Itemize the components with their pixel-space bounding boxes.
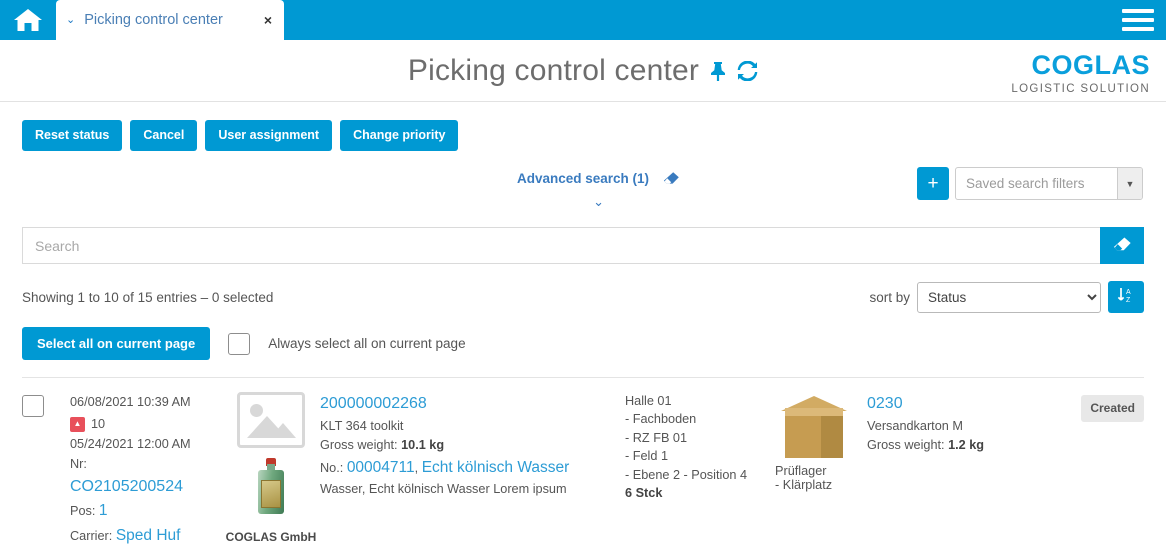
row-meta-cell: 06/08/2021 10:39 AM ▲ 10 05/24/2021 12:0… bbox=[70, 392, 222, 548]
eraser-icon bbox=[1113, 236, 1132, 256]
priority-value: 10 bbox=[91, 414, 105, 434]
nr-label: Nr: bbox=[70, 454, 222, 474]
tab-label: Picking control center bbox=[84, 12, 255, 28]
table-row[interactable]: 06/08/2021 10:39 AM ▲ 10 05/24/2021 12:0… bbox=[22, 378, 1144, 548]
article-separator: , bbox=[415, 461, 419, 475]
always-select-all-label: Always select all on current page bbox=[268, 336, 465, 351]
change-priority-button[interactable]: Change priority bbox=[340, 120, 458, 151]
svg-text:Z: Z bbox=[1126, 297, 1131, 304]
gross-weight-label: Gross weight: bbox=[320, 438, 398, 452]
row-target-cell: Prüflager - Klärplatz bbox=[775, 392, 867, 548]
target-line: - Klärplatz bbox=[775, 478, 867, 492]
row-checkbox[interactable] bbox=[22, 395, 44, 417]
row-shipping-cell: 0230 Versandkarton M Gross weight: 1.2 k… bbox=[867, 392, 1144, 548]
svg-text:A: A bbox=[1126, 289, 1131, 296]
bottle-product-image bbox=[258, 458, 284, 514]
cancel-button[interactable]: Cancel bbox=[130, 120, 197, 151]
product-gross-weight: Gross weight: 10.1 kg bbox=[320, 436, 625, 456]
product-name: KLT 364 toolkit bbox=[320, 417, 625, 437]
logo-tagline: LOGISTIC SOLUTION bbox=[1011, 83, 1150, 95]
hamburger-menu-icon[interactable] bbox=[1122, 9, 1154, 31]
pos-value[interactable]: 1 bbox=[99, 502, 108, 519]
results-count: Showing 1 to 10 of 15 entries – 0 select… bbox=[22, 290, 273, 305]
chevron-down-icon[interactable]: ⌄ bbox=[66, 15, 75, 26]
add-saved-filter-button[interactable]: + bbox=[917, 167, 949, 200]
row-select-cell bbox=[22, 392, 70, 548]
top-tab-bar: ⌄ Picking control center × bbox=[0, 0, 1166, 40]
clear-search-button[interactable] bbox=[1100, 227, 1144, 264]
user-assignment-button[interactable]: User assignment bbox=[205, 120, 332, 151]
page-header: Picking control center COGLAS LOGISTIC S… bbox=[0, 40, 1166, 102]
product-description: Wasser, Echt kölnisch Wasser Lorem ipsum bbox=[320, 480, 625, 500]
image-placeholder-icon bbox=[237, 392, 305, 448]
article-group: No.: 00004711, Echt kölnisch Wasser bbox=[320, 456, 625, 480]
location-line: Halle 01 bbox=[625, 392, 775, 410]
clear-advanced-search-icon[interactable] bbox=[663, 171, 680, 186]
search-bar bbox=[22, 227, 1144, 264]
saved-search-filters: + Saved search filters ▼ bbox=[917, 167, 1143, 200]
status-badge: Created bbox=[1081, 395, 1144, 422]
search-input[interactable] bbox=[22, 227, 1100, 264]
sort-direction-button[interactable]: A Z bbox=[1108, 281, 1144, 313]
location-quantity: 6 Stck bbox=[625, 484, 775, 502]
close-icon[interactable]: × bbox=[264, 13, 272, 27]
reset-status-button[interactable]: Reset status bbox=[22, 120, 122, 151]
location-line: - Fachboden bbox=[625, 410, 775, 428]
home-button[interactable] bbox=[0, 0, 56, 40]
pin-icon[interactable] bbox=[710, 61, 726, 81]
pos-label: Pos: bbox=[70, 504, 95, 518]
carrier-group: Carrier: Sped Huf bbox=[70, 524, 222, 548]
advanced-search-row: Advanced search (1) ⌄ + Saved search fil… bbox=[0, 167, 1166, 227]
expand-advanced-search-icon[interactable]: ⌄ bbox=[593, 194, 604, 210]
product-code-link[interactable]: 200000002268 bbox=[320, 392, 625, 417]
priority-up-icon: ▲ bbox=[70, 417, 85, 432]
results-info-row: Showing 1 to 10 of 15 entries – 0 select… bbox=[22, 280, 1144, 314]
order-number-link[interactable]: CO2105200524 bbox=[70, 474, 222, 499]
saved-filters-placeholder: Saved search filters bbox=[956, 176, 1117, 191]
date-due: 05/24/2021 12:00 AM bbox=[70, 434, 222, 454]
gross-weight-label: Gross weight: bbox=[867, 438, 945, 452]
location-line: - Feld 1 bbox=[625, 447, 775, 465]
shipping-gross-weight: Gross weight: 1.2 kg bbox=[867, 436, 1144, 456]
chevron-down-icon[interactable]: ▼ bbox=[1117, 168, 1142, 199]
row-source-location-cell: Halle 01 - Fachboden - RZ FB 01 - Feld 1… bbox=[625, 392, 775, 548]
saved-filters-select[interactable]: Saved search filters ▼ bbox=[955, 167, 1143, 200]
priority-group: ▲ 10 bbox=[70, 414, 105, 434]
coglas-logo: COGLAS LOGISTIC SOLUTION bbox=[1011, 52, 1150, 95]
date-created: 06/08/2021 10:39 AM bbox=[70, 392, 222, 412]
logo-wordmark: COGLAS bbox=[1011, 52, 1150, 79]
gross-weight-value: 1.2 kg bbox=[948, 438, 984, 452]
carton-box-icon bbox=[781, 396, 847, 458]
refresh-icon[interactable] bbox=[737, 61, 758, 81]
location-line: - Ebene 2 - Position 4 bbox=[625, 466, 775, 484]
sort-az-icon: A Z bbox=[1117, 287, 1135, 308]
home-icon bbox=[13, 7, 43, 33]
carrier-label: Carrier: bbox=[70, 529, 112, 543]
always-select-all-checkbox[interactable] bbox=[228, 333, 250, 355]
carrier-value[interactable]: Sped Huf bbox=[116, 527, 181, 544]
action-toolbar: Reset status Cancel User assignment Chan… bbox=[0, 102, 1166, 151]
company-name: COGLAS GmbH bbox=[222, 530, 320, 544]
article-no-label: No.: bbox=[320, 461, 343, 475]
sort-by-label: sort by bbox=[869, 290, 910, 305]
tab-picking-control-center[interactable]: ⌄ Picking control center × bbox=[56, 0, 284, 40]
location-line: - RZ FB 01 bbox=[625, 429, 775, 447]
target-line: Prüflager bbox=[775, 464, 867, 478]
row-thumbnail-cell: COGLAS GmbH bbox=[222, 392, 320, 548]
advanced-search-link[interactable]: Advanced search (1) bbox=[517, 171, 649, 186]
pos-group: Pos: 1 bbox=[70, 499, 222, 523]
select-all-on-page-button[interactable]: Select all on current page bbox=[22, 327, 210, 360]
article-name-link[interactable]: Echt kölnisch Wasser bbox=[422, 459, 570, 476]
select-all-row: Select all on current page Always select… bbox=[22, 327, 1144, 360]
row-product-cell: 200000002268 KLT 364 toolkit Gross weigh… bbox=[320, 392, 625, 548]
gross-weight-value: 10.1 kg bbox=[401, 438, 444, 452]
page-title: Picking control center bbox=[408, 54, 699, 88]
sort-by-select[interactable]: Status bbox=[917, 282, 1101, 313]
article-number-link[interactable]: 00004711 bbox=[347, 459, 415, 476]
